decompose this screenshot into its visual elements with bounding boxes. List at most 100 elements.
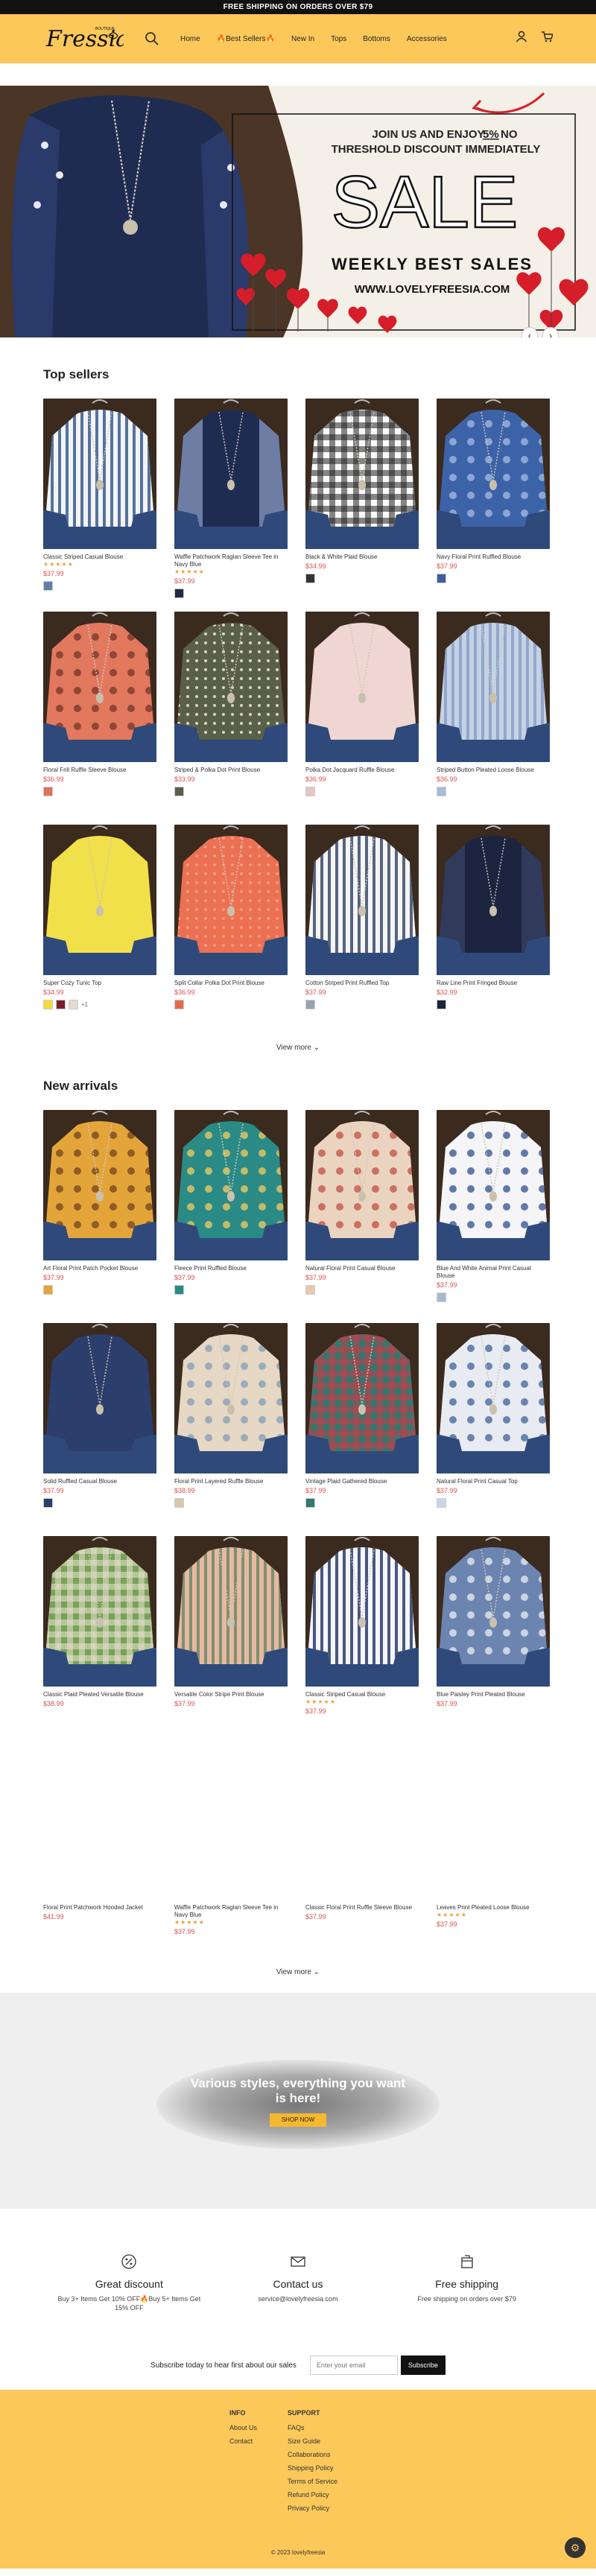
product-card[interactable]: Cotton Striped Print Ruffled Top $37.99 <box>305 825 419 1038</box>
product-card[interactable]: Natural Floral Print Casual Blouse $37.99 <box>305 1110 419 1323</box>
product-image[interactable] <box>305 612 419 762</box>
product-name[interactable]: Blue And White Animal Print Casual Blous… <box>437 1265 550 1280</box>
product-card[interactable]: Striped & Polka Dot Print Blouse $33.99 <box>174 612 288 825</box>
new-arrivals-view-more[interactable]: View more ⌄ <box>0 1968 596 1976</box>
product-name[interactable]: Super Cozy Tunic Top <box>43 980 156 987</box>
top-sellers-view-more[interactable]: View more ⌄ <box>0 1044 596 1052</box>
footer-link-contact[interactable]: Contact <box>229 2437 257 2445</box>
product-name[interactable]: Striped & Polka Dot Print Blouse <box>174 767 288 774</box>
color-swatch[interactable] <box>437 1292 446 1302</box>
color-swatch[interactable] <box>174 787 184 796</box>
product-card[interactable]: Classic Striped Casual Blouse ★★★★★ $37.99 <box>43 399 156 612</box>
product-image[interactable] <box>43 399 156 549</box>
footer-link-terms[interactable]: Terms of Service <box>288 2478 337 2485</box>
product-card[interactable]: Blue And White Animal Print Casual Blous… <box>437 1110 550 1323</box>
color-swatch[interactable] <box>305 1285 315 1295</box>
nav-best-sellers[interactable]: 🔥Best Sellers🔥 <box>217 35 275 43</box>
product-image[interactable] <box>174 1110 288 1260</box>
account-icon[interactable] <box>516 31 527 42</box>
product-image[interactable] <box>305 1536 419 1687</box>
color-swatch[interactable] <box>56 1000 66 1009</box>
product-name[interactable]: Fleece Print Ruffled Blouse <box>174 1265 288 1272</box>
product-card[interactable]: Classic Floral Print Ruffle Sleeve Blous… <box>305 1749 419 1962</box>
color-swatch[interactable] <box>437 1000 446 1009</box>
product-image[interactable] <box>305 1749 419 1900</box>
product-name[interactable]: Raw Line Print Fringed Blouse <box>437 980 550 987</box>
color-swatch[interactable] <box>305 574 315 583</box>
product-name[interactable]: Classic Striped Casual Blouse <box>43 553 156 561</box>
product-card[interactable]: Fleece Print Ruffled Blouse $37.99 <box>174 1110 288 1323</box>
product-name[interactable]: Versatile Color Stripe Print Blouse <box>174 1691 288 1698</box>
product-image[interactable] <box>305 1110 419 1260</box>
product-image[interactable] <box>43 1110 156 1260</box>
nav-bottoms[interactable]: Bottoms <box>363 35 390 43</box>
color-swatch[interactable] <box>437 1498 446 1508</box>
product-image[interactable] <box>437 825 550 975</box>
product-name[interactable]: Waffle Patchwork Raglan Sleeve Tee in Na… <box>174 1904 288 1919</box>
color-swatch[interactable] <box>43 787 53 796</box>
footer-link-faqs[interactable]: FAQs <box>288 2424 337 2431</box>
color-swatch[interactable] <box>43 581 53 591</box>
product-name[interactable]: Floral Print Patchwork Hooded Jacket <box>43 1904 156 1912</box>
product-card[interactable]: Black & White Plaid Blouse $34.99 <box>305 399 419 612</box>
product-name[interactable]: Floral Print Layered Ruffle Blouse <box>174 1478 288 1485</box>
product-image[interactable] <box>43 1749 156 1900</box>
footer-link-about[interactable]: About Us <box>229 2424 257 2431</box>
product-card[interactable]: Floral Frill Ruffle Sleeve Blouse $36.99 <box>43 612 156 825</box>
product-card[interactable]: Solid Ruffled Casual Blouse $37.99 <box>43 1323 156 1536</box>
product-image[interactable] <box>43 1536 156 1687</box>
product-name[interactable]: Polka Dot Jacquard Ruffle Blouse <box>305 767 419 774</box>
product-image[interactable] <box>174 825 288 975</box>
product-card[interactable]: Waffle Patchwork Raglan Sleeve Tee in Na… <box>174 1749 288 1962</box>
product-name[interactable]: Floral Frill Ruffle Sleeve Blouse <box>43 767 156 774</box>
product-card[interactable]: Floral Print Layered Ruffle Blouse $38.99 <box>174 1323 288 1536</box>
color-swatch[interactable] <box>305 1000 315 1009</box>
product-image[interactable] <box>43 1323 156 1473</box>
product-name[interactable]: Black & White Plaid Blouse <box>305 553 419 561</box>
product-card[interactable]: Classic Plaid Pleated Versatile Blouse $3… <box>43 1536 156 1749</box>
footer-link-collaborations[interactable]: Collaborations <box>288 2451 337 2458</box>
product-image[interactable] <box>174 399 288 549</box>
product-image[interactable] <box>174 1323 288 1473</box>
product-image[interactable] <box>174 612 288 762</box>
color-swatch[interactable] <box>174 1000 184 1009</box>
color-swatch[interactable] <box>437 574 446 583</box>
product-name[interactable]: Classic Plaid Pleated Versatile Blouse <box>43 1691 156 1698</box>
product-card[interactable]: Leaves Print Pleated Loose Blouse ★★★★★ $3… <box>437 1749 550 1962</box>
product-image[interactable] <box>174 1536 288 1687</box>
product-card[interactable]: Striped Button Pleated Loose Blouse $36.9… <box>437 612 550 825</box>
footer-link-size-guide[interactable]: Size Guide <box>288 2437 337 2445</box>
product-card[interactable]: Waffle Patchwork Raglan Sleeve Tee in Na… <box>174 399 288 612</box>
product-image[interactable] <box>437 1323 550 1473</box>
product-name[interactable]: Leaves Print Pleated Loose Blouse <box>437 1904 550 1912</box>
product-image[interactable] <box>305 825 419 975</box>
product-name[interactable]: Natural Floral Print Casual Top <box>437 1478 550 1485</box>
product-image[interactable] <box>437 612 550 762</box>
product-card[interactable]: Art Floral Print Patch Pocket Blouse $37.… <box>43 1110 156 1323</box>
product-card[interactable]: Classic Striped Casual Blouse ★★★★★ $37.99 <box>305 1536 419 1749</box>
product-name[interactable]: Classic Floral Print Ruffle Sleeve Blous… <box>305 1904 419 1912</box>
email-input[interactable] <box>309 2355 398 2375</box>
product-name[interactable]: Split Collar Polka Dot Print Blouse <box>174 980 288 987</box>
color-swatch[interactable] <box>305 787 315 796</box>
color-swatch[interactable] <box>305 1498 315 1508</box>
product-name[interactable]: Art Floral Print Patch Pocket Blouse <box>43 1265 156 1272</box>
nav-home[interactable]: Home <box>180 35 200 43</box>
product-name[interactable]: Blue Paisley Print Pleated Blouse <box>437 1691 550 1698</box>
color-swatch[interactable] <box>43 1285 53 1295</box>
nav-tops[interactable]: Tops <box>331 35 346 43</box>
product-image[interactable] <box>174 1749 288 1900</box>
chat-button[interactable]: ⚙ <box>565 2537 586 2558</box>
product-name[interactable]: Waffle Patchwork Raglan Sleeve Tee in Na… <box>174 553 288 568</box>
subscribe-button[interactable]: Subscribe <box>400 2355 446 2375</box>
nav-accessories[interactable]: Accessories <box>407 35 447 43</box>
color-swatch[interactable] <box>174 589 184 598</box>
product-name[interactable]: Cotton Striped Print Ruffled Top <box>305 980 419 987</box>
color-swatch[interactable] <box>43 1000 53 1009</box>
nav-new-in[interactable]: New In <box>291 35 314 43</box>
cart-icon[interactable] <box>541 31 553 42</box>
feature-text[interactable]: service@lovelyfreesia.com <box>224 2294 372 2303</box>
product-name[interactable]: Solid Ruffled Casual Blouse <box>43 1478 156 1485</box>
product-image[interactable] <box>43 612 156 762</box>
product-name[interactable]: Classic Striped Casual Blouse <box>305 1691 419 1698</box>
